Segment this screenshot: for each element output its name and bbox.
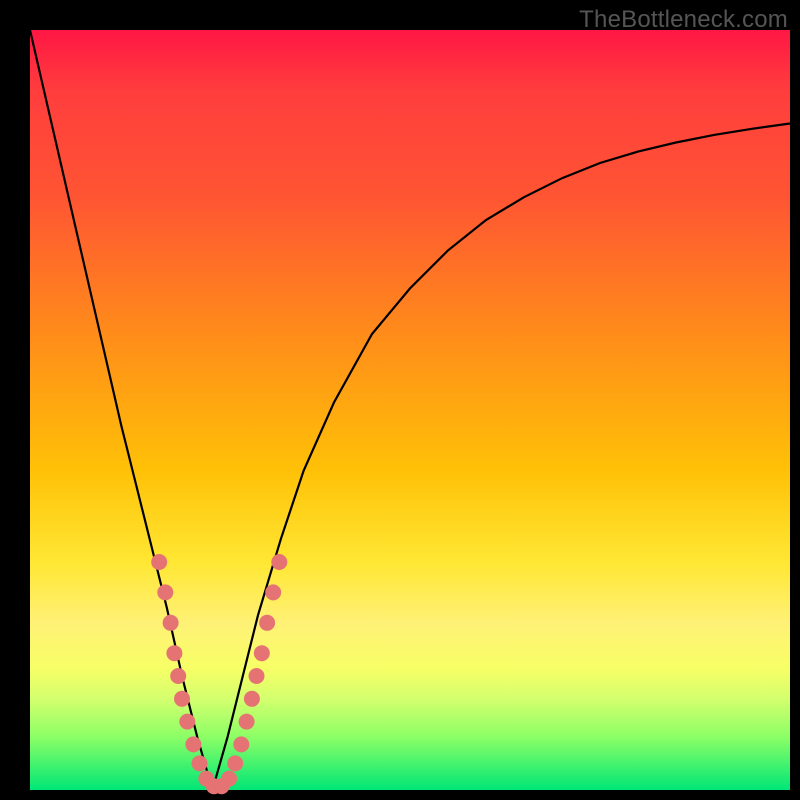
chart-stage: TheBottleneck.com (0, 0, 800, 800)
component-dot (179, 714, 195, 730)
plot-area (30, 30, 790, 790)
component-dot (249, 668, 265, 684)
bottleneck-curve (30, 30, 790, 790)
component-dot (192, 755, 208, 771)
component-dot (244, 691, 260, 707)
chart-svg (30, 30, 790, 790)
component-dot (170, 668, 186, 684)
component-dot (271, 554, 287, 570)
component-dot (239, 714, 255, 730)
component-dot (227, 755, 243, 771)
component-dot (174, 691, 190, 707)
component-dot (157, 584, 173, 600)
component-dot (151, 554, 167, 570)
component-dot (254, 645, 270, 661)
component-dots (151, 554, 287, 794)
component-dot (221, 771, 237, 787)
component-dot (233, 736, 249, 752)
component-dot (265, 584, 281, 600)
component-dot (259, 615, 275, 631)
component-dot (163, 615, 179, 631)
component-dot (185, 736, 201, 752)
component-dot (166, 645, 182, 661)
